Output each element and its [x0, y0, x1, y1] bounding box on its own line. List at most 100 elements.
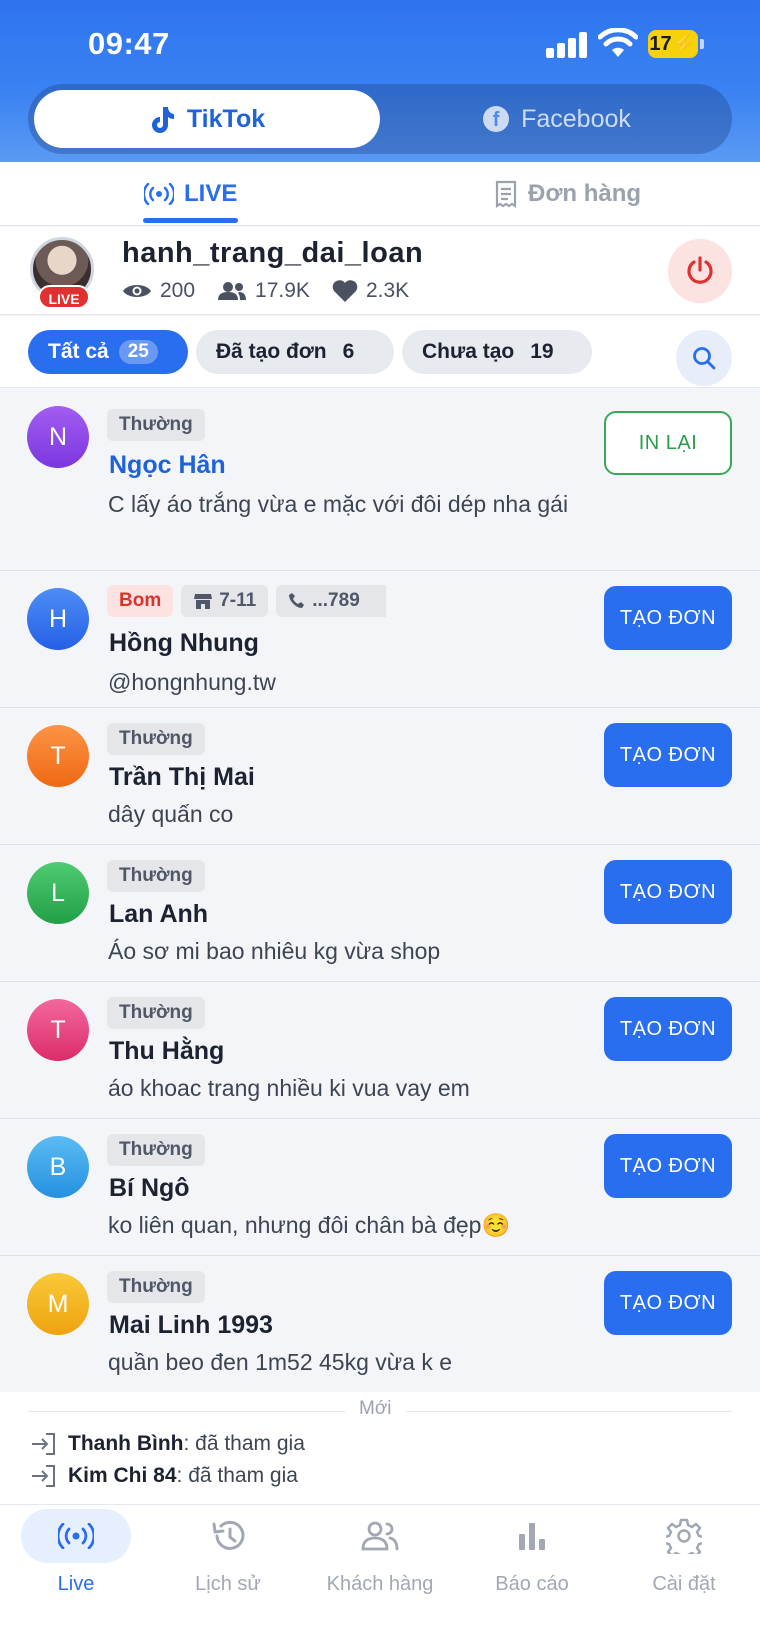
join-event-text: Thanh Bình: đã tham gia: [68, 1432, 305, 1456]
commenter-name[interactable]: Lan Anh: [109, 900, 208, 929]
broadcast-icon: [144, 183, 174, 205]
phone-number: ...789: [312, 590, 360, 611]
tiktok-icon: [151, 107, 174, 133]
tab-live[interactable]: LIVE: [144, 162, 237, 226]
nav-history-label: Lịch sử: [195, 1573, 261, 1595]
username: hanh_trang_dai_loan: [122, 237, 424, 269]
search-button[interactable]: [676, 330, 732, 386]
facebook-icon: f: [483, 106, 510, 132]
comment-tags: Thường: [107, 1134, 205, 1166]
commenter-name[interactable]: Ngọc Hân: [109, 451, 226, 480]
nav-reports-label: Báo cáo: [495, 1573, 569, 1595]
comment-row: M Thường Mai Linh 1993 quần beo đen 1m52…: [0, 1256, 760, 1393]
commenter-name[interactable]: Hồng Nhung: [109, 629, 259, 658]
customers-icon: [325, 1509, 435, 1563]
comment-avatar: N: [27, 406, 89, 468]
sub-tabs: LIVE Đơn hàng: [0, 162, 760, 226]
create-order-button[interactable]: TẠO ĐƠN: [604, 997, 732, 1061]
cellular-signal-icon: [546, 32, 588, 58]
broadcast-icon: [21, 1509, 131, 1563]
comment-row: B Thường Bí Ngô ko liên quan, nhưng đôi …: [0, 1119, 760, 1256]
comment-message: quần beo đen 1m52 45kg vừa k e: [108, 1349, 453, 1375]
filter-created-label: Đã tạo đơn: [216, 340, 327, 363]
join-action: : đã tham gia: [176, 1464, 298, 1487]
reprint-button[interactable]: IN LẠI: [604, 411, 732, 475]
live-stats: 200 17.9K 2.3K: [122, 279, 409, 303]
power-icon: [687, 256, 713, 284]
comment-avatar: H: [27, 588, 89, 650]
comment-row: H Bom 7-11 ...789 Hồng Nhung @hongnhung.…: [0, 571, 760, 708]
store-tag: 7-11: [181, 585, 269, 617]
filter-all-label: Tất cả: [48, 340, 109, 363]
comment-tags: Thường: [107, 409, 205, 441]
filter-not-created[interactable]: Chưa tạo 19: [402, 330, 592, 374]
comment-row: N Thường Ngọc Hân C lấy áo trắng vừa e m…: [0, 389, 760, 571]
new-label: Mới: [345, 1398, 406, 1420]
comment-tags: Thường: [107, 997, 205, 1029]
filter-created-count: 6: [342, 340, 355, 363]
filter-all[interactable]: Tất cả 25: [28, 330, 188, 374]
nav-history[interactable]: Lịch sử: [152, 1505, 304, 1615]
nav-customers-label: Khách hàng: [326, 1573, 434, 1595]
join-user-name: Kim Chi 84: [68, 1464, 177, 1487]
battery-indicator: 17⚡: [648, 30, 704, 58]
customer-tag: Thường: [107, 860, 205, 892]
nav-reports[interactable]: Báo cáo: [456, 1505, 608, 1615]
viewers-stat: 200: [122, 279, 195, 303]
viewers-count: 200: [160, 279, 196, 302]
create-order-button[interactable]: TẠO ĐƠN: [604, 860, 732, 924]
tab-orders-label: Đơn hàng: [528, 180, 642, 207]
commenter-name[interactable]: Mai Linh 1993: [109, 1311, 273, 1340]
filter-not-created-label: Chưa tạo: [422, 340, 515, 363]
nav-settings-label: Cài đặt: [652, 1573, 716, 1595]
nav-live[interactable]: Live: [0, 1505, 152, 1615]
comment-message: Áo sơ mi bao nhiêu kg vừa shop: [108, 938, 441, 964]
customer-tag: Thường: [107, 1134, 205, 1166]
create-order-button[interactable]: TẠO ĐƠN: [604, 723, 732, 787]
search-icon: [693, 347, 716, 370]
battery-level: 17: [649, 33, 672, 55]
comment-message: ko liên quan, nhưng đôi chân bà đẹp☺️: [108, 1212, 511, 1238]
followers-stat: 17.9K: [217, 279, 310, 303]
join-user-name: Thanh Bình: [68, 1432, 184, 1455]
followers-count: 17.9K: [255, 279, 310, 302]
filter-created[interactable]: Đã tạo đơn 6: [196, 330, 394, 374]
customer-tag: Thường: [107, 723, 205, 755]
customer-tag: Thường: [107, 997, 205, 1029]
phone-icon: [289, 593, 305, 608]
filter-all-count: 25: [118, 340, 158, 364]
commenter-name[interactable]: Bí Ngô: [109, 1174, 190, 1203]
bottom-navigation: Live Lịch sử Khách hàng Báo cáo Cài đặt: [0, 1504, 760, 1647]
header: 09:47 17⚡ TikTok f Facebook: [0, 0, 760, 162]
create-order-button[interactable]: TẠO ĐƠN: [604, 1271, 732, 1335]
nav-live-label: Live: [57, 1573, 95, 1595]
join-event: Kim Chi 84: đã tham gia: [30, 1464, 298, 1488]
create-order-button[interactable]: TẠO ĐƠN: [604, 1134, 732, 1198]
comment-tags: Thường: [107, 1271, 205, 1303]
comment-avatar: M: [27, 1273, 89, 1335]
join-event-text: Kim Chi 84: đã tham gia: [68, 1464, 298, 1488]
gear-icon: [629, 1509, 739, 1563]
tab-facebook[interactable]: f Facebook: [388, 90, 726, 148]
commenter-name[interactable]: Trần Thị Mai: [109, 763, 255, 792]
tab-tiktok[interactable]: TikTok: [34, 90, 380, 148]
comment-avatar: L: [27, 862, 89, 924]
tab-facebook-label: Facebook: [521, 104, 631, 133]
create-order-button[interactable]: TẠO ĐƠN: [604, 586, 732, 650]
join-activity-feed: Mới Thanh Bình: đã tham gia Kim Chi 84: …: [0, 1392, 760, 1504]
login-icon: [32, 1465, 55, 1487]
comment-row: T Thường Thu Hằng áo khoac trang nhiều k…: [0, 982, 760, 1119]
commenter-name[interactable]: Thu Hằng: [109, 1037, 224, 1066]
nav-customers[interactable]: Khách hàng: [304, 1505, 456, 1615]
active-tab-indicator: [143, 218, 238, 223]
filter-not-created-count: 19: [530, 340, 554, 363]
tab-orders[interactable]: Đơn hàng: [494, 162, 641, 226]
nav-settings[interactable]: Cài đặt: [608, 1505, 760, 1615]
chart-icon: [477, 1509, 587, 1563]
comment-avatar: B: [27, 1136, 89, 1198]
comment-tags: Thường: [107, 860, 205, 892]
comment-row: L Thường Lan Anh Áo sơ mi bao nhiêu kg v…: [0, 845, 760, 982]
live-badge: LIVE: [38, 285, 90, 309]
end-live-button[interactable]: [668, 239, 732, 303]
status-bar: 09:47 17⚡: [0, 0, 760, 80]
